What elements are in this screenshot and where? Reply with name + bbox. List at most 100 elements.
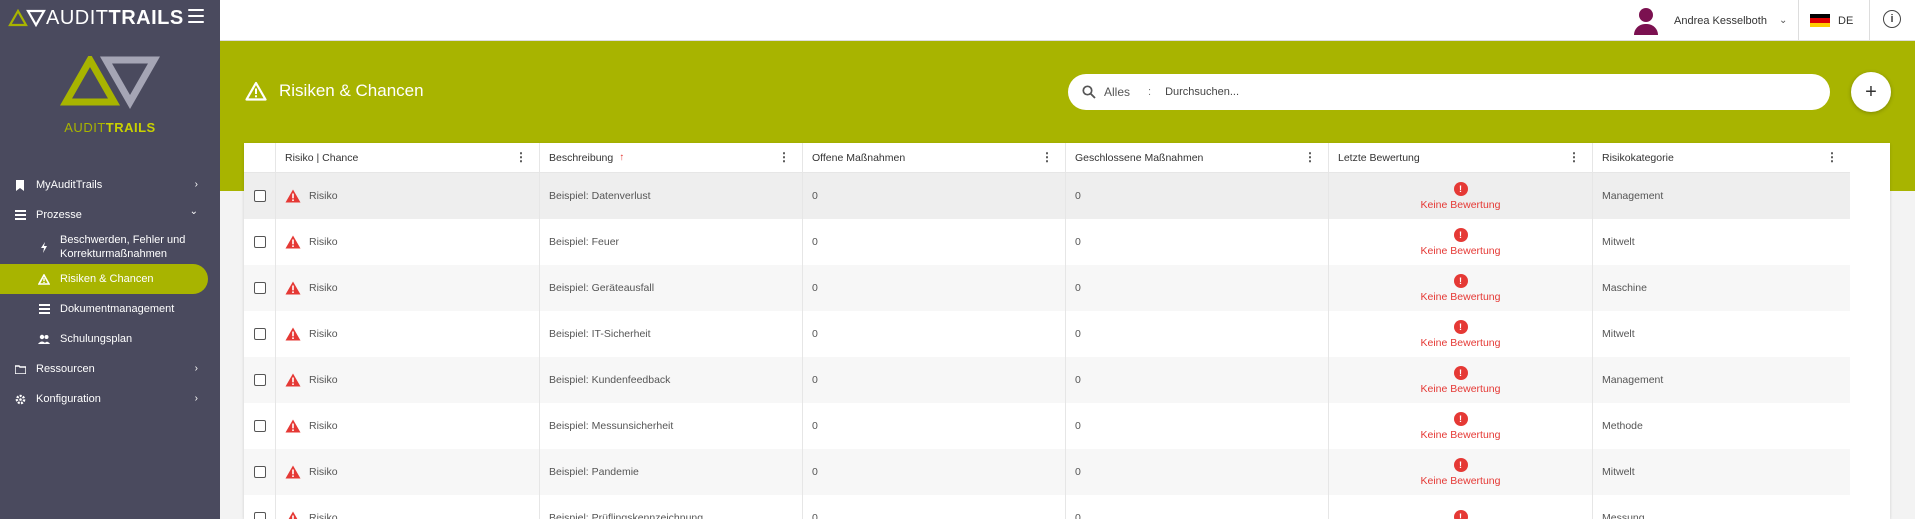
column-header-label: Geschlossene Maßnahmen	[1075, 151, 1204, 164]
closed-measures-cell: 0	[1066, 449, 1329, 495]
sidebar-item-label: Konfiguration	[36, 393, 101, 405]
select-cell	[244, 173, 276, 219]
row-checkbox[interactable]	[253, 466, 266, 478]
row-checkbox[interactable]	[253, 282, 266, 294]
description-label: Beispiel: Messunsicherheit	[549, 420, 674, 432]
category-label: Maschine	[1602, 282, 1647, 294]
column-menu-icon[interactable]: ⋮	[515, 151, 527, 163]
type-cell: Risiko	[276, 403, 540, 449]
closed-measures-cell: 0	[1066, 357, 1329, 403]
description-cell: Beispiel: IT-Sicherheit	[540, 311, 803, 357]
select-cell	[244, 265, 276, 311]
last-rating-cell: ! Keine Bewertung	[1329, 357, 1593, 403]
sidebar-item-dokumentmanagement[interactable]: Dokumentmanagement	[0, 294, 220, 324]
table-row[interactable]: Risiko Beispiel: IT-Sicherheit 0 0 ! Kei…	[244, 311, 1850, 357]
column-header-closed-measures[interactable]: Geschlossene Maßnahmen ⋮	[1066, 143, 1329, 172]
select-cell	[244, 449, 276, 495]
language-switcher[interactable]: DE	[1810, 0, 1853, 41]
category-label: Mitwelt	[1602, 328, 1635, 340]
category-cell: Management	[1593, 173, 1850, 219]
chevron-down-icon: ⌄	[189, 206, 198, 217]
risk-warning-icon	[285, 189, 301, 203]
menu-toggle-icon[interactable]	[188, 9, 204, 23]
alert-icon: !	[1453, 509, 1468, 519]
row-checkbox[interactable]	[253, 374, 266, 386]
last-rating-cell: ! Keine Bewertung	[1329, 265, 1593, 311]
column-header-description[interactable]: Beschreibung ↑ ⋮	[540, 143, 803, 172]
open-measures-value: 0	[812, 512, 818, 519]
sidebar-item-konfiguration[interactable]: Konfiguration ›	[0, 384, 220, 414]
sidebar-item-ressourcen[interactable]: Ressourcen ›	[0, 354, 220, 384]
sidebar-item-myaudittrails[interactable]: MyAuditTrails ›	[0, 170, 220, 200]
sidebar-item-label: Ressourcen	[36, 363, 95, 375]
avatar	[1632, 7, 1660, 35]
row-checkbox[interactable]	[253, 420, 266, 432]
table-row[interactable]: Risiko Beispiel: Kundenfeedback 0 0 ! Ke…	[244, 357, 1850, 403]
sidebar-item-label: Beschwerden, Fehler und Korrekturmaßnahm…	[60, 234, 186, 260]
search-separator: :	[1148, 86, 1152, 98]
alert-icon: !	[1453, 457, 1468, 472]
table-row[interactable]: Risiko Beispiel: Datenverlust 0 0 ! Kein…	[244, 173, 1850, 219]
closed-measures-value: 0	[1075, 466, 1081, 478]
sidebar-item-beschwerden[interactable]: Beschwerden, Fehler und Korrekturmaßnahm…	[0, 230, 220, 264]
user-menu[interactable]: Andrea Kesselboth ⌄	[1632, 0, 1787, 41]
row-checkbox[interactable]	[253, 236, 266, 248]
column-menu-icon[interactable]: ⋮	[1304, 151, 1316, 163]
table-row[interactable]: Risiko Beispiel: Messunsicherheit 0 0 ! …	[244, 403, 1850, 449]
category-label: Methode	[1602, 420, 1643, 432]
risk-warning-icon	[285, 465, 301, 479]
flag-de-icon	[1810, 14, 1830, 27]
type-cell: Risiko	[276, 265, 540, 311]
open-measures-cell: 0	[803, 495, 1066, 519]
risks-table: Risiko | Chance ⋮ Beschreibung ↑ ⋮ Offene M…	[244, 143, 1890, 519]
warning-icon	[38, 273, 50, 285]
brand-suffix: TRAILS	[108, 6, 184, 29]
last-rating-cell: !	[1329, 495, 1593, 519]
column-header-open-measures[interactable]: Offene Maßnahmen ⋮	[803, 143, 1066, 172]
column-menu-icon[interactable]: ⋮	[1041, 151, 1053, 163]
type-label: Risiko	[309, 374, 338, 386]
column-header-last-rating[interactable]: Letzte Bewertung ⋮	[1329, 143, 1593, 172]
type-cell: Risiko	[276, 357, 540, 403]
description-cell: Beispiel: Kundenfeedback	[540, 357, 803, 403]
add-button[interactable]: +	[1851, 72, 1891, 112]
search-input[interactable]	[1165, 86, 1766, 98]
closed-measures-value: 0	[1075, 512, 1081, 519]
row-checkbox[interactable]	[253, 190, 266, 202]
column-header-category[interactable]: Risikokategorie ⋮	[1593, 143, 1850, 172]
sidebar-item-prozesse[interactable]: Prozesse ⌄	[0, 200, 220, 230]
row-checkbox[interactable]	[253, 512, 266, 519]
column-header-label: Risikokategorie	[1602, 151, 1674, 164]
category-label: Mitwelt	[1602, 236, 1635, 248]
row-checkbox[interactable]	[253, 328, 266, 340]
last-rating-cell: ! Keine Bewertung	[1329, 449, 1593, 495]
table-row[interactable]: Risiko Beispiel: Feuer 0 0 ! Keine Bewer…	[244, 219, 1850, 265]
table-row[interactable]: Risiko Beispiel: Prüflingskennzeichnung …	[244, 495, 1850, 519]
table-row[interactable]: Risiko Beispiel: Geräteausfall 0 0 ! Kei…	[244, 265, 1850, 311]
bolt-icon	[38, 241, 50, 253]
risk-warning-icon	[285, 235, 301, 249]
open-measures-value: 0	[812, 466, 818, 478]
user-name: Andrea Kesselboth	[1674, 14, 1767, 27]
column-menu-icon[interactable]: ⋮	[1826, 151, 1838, 163]
open-measures-cell: 0	[803, 311, 1066, 357]
column-header-label: Beschreibung	[549, 151, 614, 164]
table-row[interactable]: Risiko Beispiel: Pandemie 0 0 ! Keine Be…	[244, 449, 1850, 495]
column-header-label: Offene Maßnahmen	[812, 151, 906, 164]
brand-name: AUDITTRAILS	[46, 7, 184, 30]
page-title-wrap: Risiken & Chancen	[245, 81, 424, 101]
column-header-type[interactable]: Risiko | Chance ⋮	[276, 143, 540, 172]
column-menu-icon[interactable]: ⋮	[1568, 151, 1580, 163]
closed-measures-value: 0	[1075, 282, 1081, 294]
risk-warning-icon	[288, 511, 298, 519]
search-scope-select[interactable]: Alles	[1104, 85, 1148, 99]
rating-label: Keine Bewertung	[1420, 474, 1501, 487]
gear-icon	[14, 393, 26, 405]
info-icon[interactable]: i	[1883, 10, 1901, 28]
warning-icon	[245, 81, 267, 101]
open-measures-cell: 0	[803, 357, 1066, 403]
description-cell: Beispiel: Messunsicherheit	[540, 403, 803, 449]
sidebar-item-schulungsplan[interactable]: Schulungsplan	[0, 324, 220, 354]
sidebar-item-risiken-chancen[interactable]: Risiken & Chancen	[0, 264, 208, 294]
column-menu-icon[interactable]: ⋮	[778, 151, 790, 163]
